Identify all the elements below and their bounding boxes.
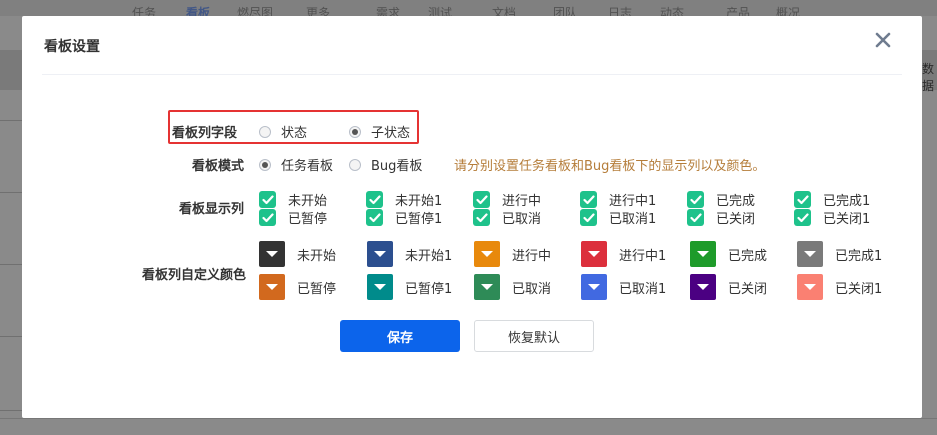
display-column-checkbox[interactable]: 进行中 — [473, 190, 541, 209]
dropdown-arrow-icon — [697, 284, 709, 290]
display-column-checkbox[interactable]: 未开始 — [259, 190, 327, 209]
column-color-picker[interactable]: 已完成 — [690, 241, 767, 267]
column-color-picker[interactable]: 已完成1 — [797, 241, 882, 267]
color-swatch[interactable] — [474, 274, 500, 300]
display-column-checkbox[interactable]: 未开始1 — [366, 190, 442, 209]
dropdown-arrow-icon — [804, 284, 816, 290]
display-column-checkbox[interactable]: 已完成1 — [794, 190, 870, 209]
kanban-mode-hint: 请分别设置任务看板和Bug看板下的显示列以及颜色。 — [454, 159, 766, 174]
checkbox-checked-icon — [794, 191, 811, 208]
dropdown-arrow-icon — [804, 251, 816, 257]
color-swatch[interactable] — [474, 241, 500, 267]
dropdown-arrow-icon — [266, 284, 278, 290]
radio-checked-icon — [349, 125, 361, 138]
color-swatch[interactable] — [797, 274, 823, 300]
color-swatch[interactable] — [367, 241, 393, 267]
dropdown-arrow-icon — [374, 284, 386, 290]
column-color-picker[interactable]: 已关闭1 — [797, 274, 882, 300]
reset-default-button[interactable]: 恢复默认 — [474, 320, 594, 352]
dropdown-arrow-icon — [588, 251, 600, 257]
radio-icon — [259, 125, 271, 138]
column-field-label: 看板列字段 — [172, 126, 238, 141]
checkbox-checked-icon — [473, 191, 490, 208]
background-right-text: 数据 — [922, 62, 935, 93]
color-swatch[interactable] — [259, 274, 285, 300]
color-swatch[interactable] — [581, 241, 607, 267]
column-color-picker[interactable]: 进行中1 — [581, 241, 666, 267]
checkbox-checked-icon — [580, 191, 597, 208]
display-column-checkbox[interactable]: 已取消 — [473, 208, 541, 227]
display-column-checkbox[interactable]: 已关闭1 — [794, 208, 870, 227]
column-field-option-substatus[interactable]: 子状态 — [349, 122, 410, 141]
column-color-picker[interactable]: 已暂停 — [259, 274, 336, 300]
display-column-checkbox[interactable]: 已关闭 — [687, 208, 755, 227]
column-color-picker[interactable]: 已关闭 — [690, 274, 767, 300]
background-grid — [0, 120, 22, 420]
checkbox-checked-icon — [580, 209, 597, 226]
modal-title: 看板设置 — [44, 39, 100, 55]
kanban-mode-option-task[interactable]: 任务看板 — [259, 155, 333, 174]
checkbox-checked-icon — [687, 191, 704, 208]
checkbox-checked-icon — [794, 209, 811, 226]
column-color-picker[interactable]: 进行中 — [474, 241, 551, 267]
checkbox-checked-icon — [366, 209, 383, 226]
checkbox-checked-icon — [259, 191, 276, 208]
dropdown-arrow-icon — [588, 284, 600, 290]
column-color-picker[interactable]: 已暂停1 — [367, 274, 452, 300]
dropdown-arrow-icon — [481, 284, 493, 290]
column-color-picker[interactable]: 未开始1 — [367, 241, 452, 267]
color-swatch[interactable] — [690, 274, 716, 300]
color-swatch[interactable] — [797, 241, 823, 267]
dropdown-arrow-icon — [481, 251, 493, 257]
column-color-picker[interactable]: 未开始 — [259, 241, 336, 267]
display-column-checkbox[interactable]: 进行中1 — [580, 190, 656, 209]
column-color-picker[interactable]: 已取消 — [474, 274, 551, 300]
column-field-option-status[interactable]: 状态 — [259, 122, 307, 141]
display-column-checkbox[interactable]: 已暂停 — [259, 208, 327, 227]
checkbox-checked-icon — [473, 209, 490, 226]
kanban-mode-option-bug[interactable]: Bug看板 — [349, 155, 422, 174]
column-colors-label: 看板列自定义颜色 — [142, 268, 247, 283]
color-swatch[interactable] — [259, 241, 285, 267]
kanban-settings-modal: 看板设置 看板列字段 状态 子状态 看板模式 任务看板 Bug看板 请分别设置任… — [22, 16, 922, 418]
checkbox-checked-icon — [259, 209, 276, 226]
display-column-checkbox[interactable]: 已完成 — [687, 190, 755, 209]
kanban-mode-label: 看板模式 — [192, 159, 245, 174]
checkbox-checked-icon — [687, 209, 704, 226]
radio-checked-icon — [259, 158, 271, 171]
save-button[interactable]: 保存 — [340, 320, 460, 352]
background-nav: 任务 看板 燃尽图 更多 需求 测试 文档 团队 日志 动态 产品 概况 — [0, 0, 937, 20]
color-swatch[interactable] — [581, 274, 607, 300]
display-column-checkbox[interactable]: 已暂停1 — [366, 208, 442, 227]
dropdown-arrow-icon — [374, 251, 386, 257]
column-color-picker[interactable]: 已取消1 — [581, 274, 666, 300]
background-footer — [0, 418, 937, 435]
dropdown-arrow-icon — [266, 251, 278, 257]
close-icon[interactable] — [872, 28, 894, 52]
color-swatch[interactable] — [690, 241, 716, 267]
display-columns-label: 看板显示列 — [179, 202, 245, 217]
modal-divider — [42, 74, 902, 75]
dropdown-arrow-icon — [697, 251, 709, 257]
checkbox-checked-icon — [366, 191, 383, 208]
display-column-checkbox[interactable]: 已取消1 — [580, 208, 656, 227]
color-swatch[interactable] — [367, 274, 393, 300]
radio-icon — [349, 158, 361, 171]
